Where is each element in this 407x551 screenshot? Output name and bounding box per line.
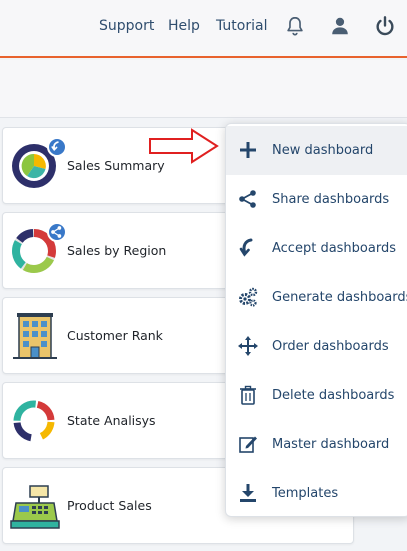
download-icon [240,484,256,502]
building-icon [13,313,57,359]
edit-icon [239,436,257,453]
dashboard-label: Sales by Region [67,243,167,258]
gears-icon [239,287,258,307]
trash-icon [240,385,256,405]
menu-item-order-dashboards[interactable]: Order dashboards [226,322,407,371]
menu-item-label: New dashboard [272,143,374,158]
accept-badge [47,137,67,157]
ring-chart-icon [13,400,55,442]
menu-item-delete-dashboards[interactable]: Delete dashboards [226,371,407,420]
menu-item-master-dashboard[interactable]: Master dashboard [226,420,407,469]
menu-item-label: Accept dashboards [272,241,396,256]
bell-icon[interactable] [284,15,306,37]
share-badge [47,222,67,242]
support-link[interactable]: Support [99,18,154,34]
menu-item-label: Templates [272,486,339,501]
menu-item-new-dashboard[interactable]: New dashboard [226,126,407,175]
dashboard-label: Customer Rank [67,328,163,343]
menu-item-label: Delete dashboards [272,388,395,403]
menu-item-generate-dashboards[interactable]: Generate dashboards [226,273,407,322]
menu-item-label: Generate dashboards [272,290,407,305]
move-icon [238,336,258,356]
power-icon[interactable] [374,15,396,37]
share-icon [239,190,256,208]
pointer-arrow-icon [149,128,219,164]
help-link[interactable]: Help [168,18,200,34]
cash-register-icon [10,485,60,529]
menu-item-accept-dashboards[interactable]: Accept dashboards [226,224,407,273]
menu-item-label: Master dashboard [272,437,390,452]
menu-item-templates[interactable]: Templates [226,469,407,516]
accept-icon [51,141,59,152]
dashboard-label: Product Sales [67,498,152,513]
accept-icon [239,238,253,257]
menu-item-label: Order dashboards [272,339,389,354]
top-navigation-bar: Support Help Tutorial [0,0,407,58]
plus-icon [240,142,256,158]
menu-item-share-dashboards[interactable]: Share dashboards [226,175,407,224]
user-icon[interactable] [329,15,351,37]
tutorial-link[interactable]: Tutorial [216,18,267,34]
menu-item-label: Share dashboards [272,192,390,207]
dashboard-toolbar [0,60,407,118]
dashboard-label: State Analisys [67,413,156,428]
share-icon [51,226,62,238]
dashboard-actions-menu: New dashboard Share dashboards Accept da… [225,123,407,517]
